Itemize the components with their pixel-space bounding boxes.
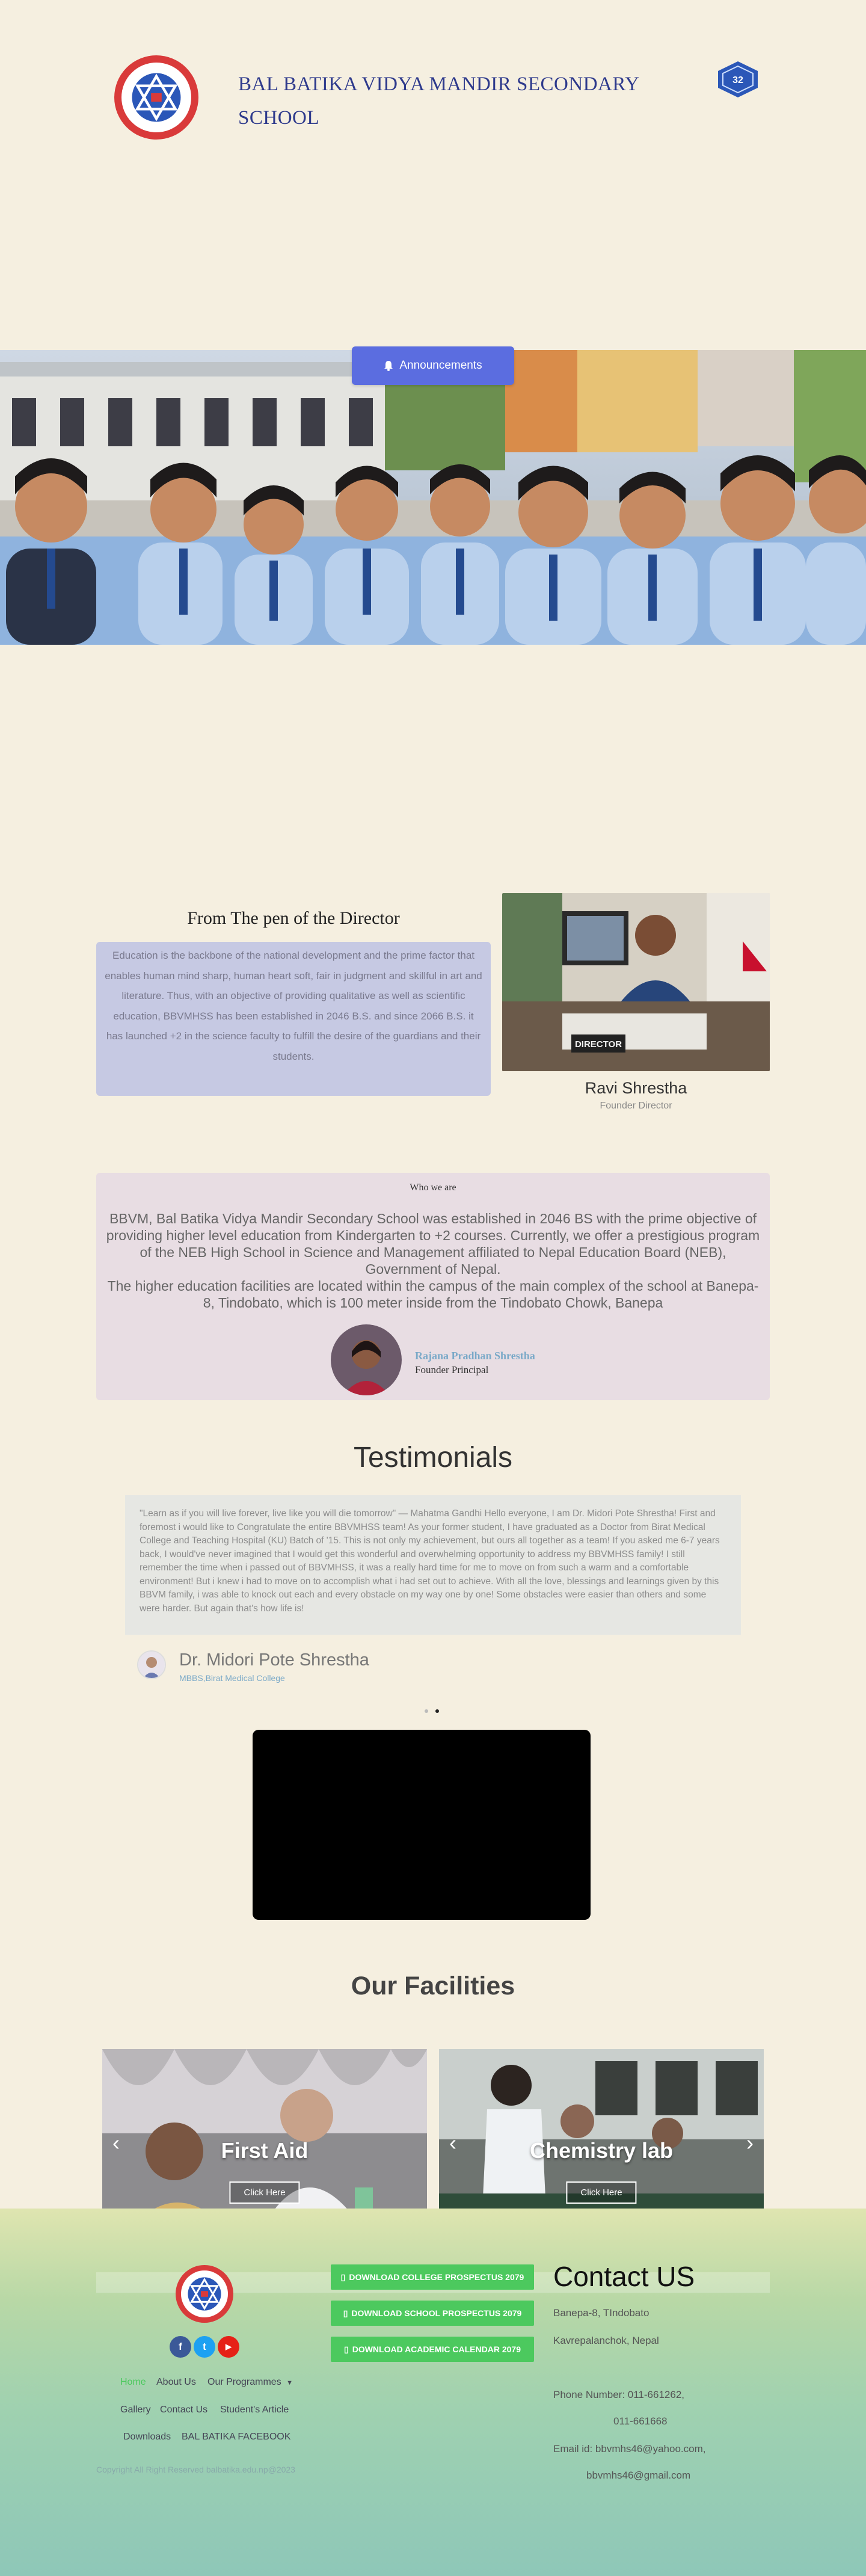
copyright-text: Copyright All Right Reserved balbatika.e… [96, 2465, 295, 2474]
author-photo [138, 1652, 165, 1678]
anniversary-32-badge-icon: 32 [718, 61, 758, 97]
students-group-photo [0, 350, 866, 645]
director-role: Founder Director [600, 1101, 672, 1111]
school-logo[interactable] [114, 55, 198, 140]
facility-label: Chemistry lab [529, 2138, 674, 2163]
who-paragraph-1: BBVM, Bal Batika Vidya Mandir Secondary … [106, 1211, 760, 1277]
chevron-left-icon[interactable]: ‹ [444, 2132, 462, 2154]
footer-logo[interactable] [176, 2265, 233, 2323]
nav-about-us[interactable]: About Us [156, 2377, 196, 2388]
chevron-left-icon[interactable]: ‹ [107, 2132, 125, 2154]
nav-our-programmes[interactable]: Our Programmes ▼ [207, 2377, 293, 2388]
school-emblem-icon [188, 2277, 221, 2311]
twitter-icon[interactable]: t [194, 2336, 215, 2358]
download-academic-calendar-button[interactable]: ▯ DOWNLOAD ACADEMIC CALENDAR 2079 [331, 2337, 534, 2362]
svg-text:32: 32 [732, 75, 743, 85]
testimonial-author-subtitle: MBBS,Birat Medical College [179, 1673, 285, 1683]
facility-card-first-aid: First Aid Click Here [102, 2049, 427, 2236]
principal-photo [331, 1324, 402, 1395]
download-college-prospectus-button[interactable]: ▯ DOWNLOAD COLLEGE PROSPECTUS 2079 [331, 2264, 534, 2290]
director-name: Ravi Shrestha [585, 1079, 687, 1097]
director-message: Education is the backbone of the nationa… [96, 942, 491, 1096]
bell-icon [384, 361, 393, 371]
testimonial-avatar [137, 1650, 166, 1679]
caret-down-icon: ▼ [286, 2379, 293, 2387]
who-we-are-section: Who we are BBVM, Bal Batika Vidya Mandir… [96, 1173, 770, 1400]
contact-title: Contact US [553, 2261, 695, 2292]
file-icon: ▯ [340, 2272, 346, 2282]
nav-downloads[interactable]: Downloads [123, 2432, 171, 2442]
contact-email-2: bbvmhs46@gmail.com [586, 2470, 691, 2481]
nav-contact-us[interactable]: Contact Us [160, 2405, 207, 2415]
director-office-photo: DIRECTOR [502, 893, 770, 1071]
facility-click-here-button[interactable]: Click Here [566, 2181, 637, 2204]
director-photo: DIRECTOR [502, 893, 770, 1071]
testimonial-quote: "Learn as if you will live forever, live… [125, 1495, 741, 1635]
announcements-label: Announcements [399, 359, 482, 372]
director-sign-text: DIRECTOR [575, 1039, 622, 1050]
logo-ring [121, 63, 191, 132]
nav-gallery[interactable]: Gallery [120, 2405, 151, 2415]
testimonials-title: Testimonials [353, 1442, 513, 1474]
nav-programmes-label: Our Programmes [207, 2377, 281, 2387]
chevron-right-icon[interactable]: › [741, 2132, 759, 2154]
school-name: BAL BATIKA VIDYA MANDIR SECONDARY SCHOOL [238, 73, 639, 129]
testimonial-author: Dr. Midori Pote Shrestha [179, 1650, 369, 1670]
facilities-title: Our Facilities [351, 1972, 515, 2000]
testimonial-pagination [425, 1709, 439, 1713]
facility-label: First Aid [221, 2138, 309, 2163]
contact-address-line-2: Kavrepalanchok, Nepal [553, 2335, 659, 2346]
pagination-dot-active[interactable] [435, 1709, 439, 1713]
who-paragraph-2: The higher education facilities are loca… [107, 1278, 759, 1311]
contact-phone: Phone Number: 011-661262, [553, 2389, 685, 2400]
video-player[interactable] [253, 1730, 591, 1920]
download-calendar-label: DOWNLOAD ACADEMIC CALENDAR 2079 [352, 2344, 521, 2354]
facility-card-chemistry-lab: Chemistry lab Click Here [439, 2049, 764, 2236]
principal-avatar [331, 1324, 402, 1395]
contact-address-line-1: Banepa-8, TIndobato [553, 2307, 650, 2319]
school-emblem-icon [132, 73, 181, 122]
facebook-icon[interactable]: f [170, 2336, 191, 2358]
site-footer [0, 2209, 866, 2576]
nav-home[interactable]: Home [120, 2377, 146, 2388]
director-section-title: From The pen of the Director [187, 908, 400, 928]
nav-students-article[interactable]: Student's Article [220, 2405, 289, 2415]
principal-role: Founder Principal [415, 1364, 489, 1376]
download-school-prospectus-button[interactable]: ▯ DOWNLOAD SCHOOL PROSPECTUS 2079 [331, 2301, 534, 2326]
who-we-are-text: BBVM, Bal Batika Vidya Mandir Secondary … [102, 1210, 764, 1311]
youtube-icon[interactable]: ▶ [218, 2336, 239, 2358]
principal-name: Rajana Pradhan Shrestha [415, 1350, 535, 1362]
nav-bal-batika-facebook[interactable]: BAL BATIKA FACEBOOK [182, 2432, 290, 2442]
contact-phone-2: 011-661668 [613, 2415, 668, 2427]
pagination-dot[interactable] [425, 1709, 428, 1713]
contact-email: Email id: bbvmhs46@yahoo.com, [553, 2443, 706, 2455]
footer-logo-ring [181, 2270, 228, 2317]
hero-banner-image [0, 350, 866, 645]
download-school-label: DOWNLOAD SCHOOL PROSPECTUS 2079 [351, 2308, 522, 2318]
file-icon: ▯ [343, 2308, 348, 2318]
announcements-button[interactable]: Announcements [352, 346, 514, 385]
download-college-label: DOWNLOAD COLLEGE PROSPECTUS 2079 [349, 2272, 524, 2282]
facility-click-here-button[interactable]: Click Here [229, 2181, 300, 2204]
file-icon: ▯ [344, 2344, 349, 2354]
who-we-are-label: Who we are [410, 1182, 456, 1193]
